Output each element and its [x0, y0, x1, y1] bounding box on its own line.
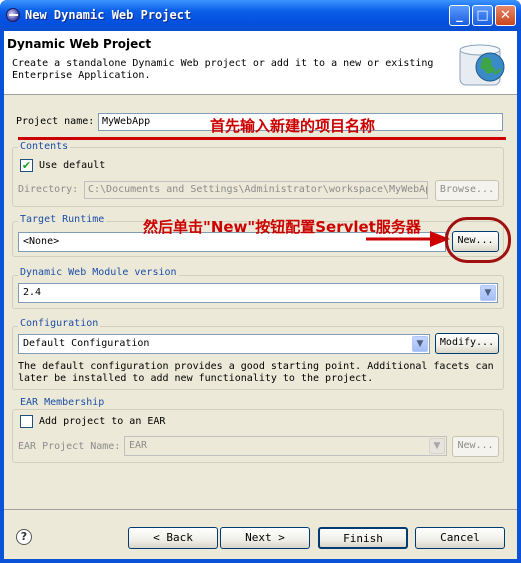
configuration-value: Default Configuration [23, 338, 150, 349]
target-runtime-value: <None> [23, 236, 60, 247]
configuration-title: Configuration [18, 318, 101, 329]
annotation-arrow [366, 231, 450, 247]
use-default-label: Use default [39, 160, 106, 171]
project-name-label: Project name: [16, 116, 95, 127]
target-runtime-title: Target Runtime [18, 214, 107, 225]
ear-project-select[interactable]: EAR ▼ [124, 436, 447, 456]
annotation-circle [445, 217, 511, 263]
directory-input[interactable]: C:\Documents and Settings\Administrator\… [84, 181, 428, 199]
annotation-step1: 首先输入新建的项目名称 [210, 117, 376, 135]
ear-project-value: EAR [129, 440, 148, 451]
directory-label: Directory: [18, 184, 79, 195]
finish-button[interactable]: Finish [318, 527, 408, 549]
minimize-button[interactable]: _ [449, 5, 470, 26]
cancel-button[interactable]: Cancel [415, 527, 505, 549]
module-version-title: Dynamic Web Module version [18, 267, 179, 278]
ear-title: EAR Membership [18, 397, 107, 408]
wizard-header: Dynamic Web Project Create a standalone … [4, 31, 517, 95]
contents-title: Contents [18, 141, 71, 152]
footer-separator [4, 509, 517, 510]
help-icon[interactable]: ? [16, 529, 32, 545]
module-version-value: 2.4 [23, 287, 42, 298]
configuration-description: The default configuration provides a goo… [18, 361, 494, 384]
ear-new-button[interactable]: New... [452, 436, 499, 457]
globe-wizard-icon [459, 44, 505, 86]
ear-project-name-label: EAR Project Name: [18, 441, 121, 452]
annotation-underline [18, 137, 506, 140]
chevron-down-icon[interactable]: ▼ [412, 336, 428, 352]
close-button[interactable]: ✕ [495, 5, 516, 26]
maximize-button[interactable]: □ [472, 5, 493, 26]
next-button[interactable]: Next > [220, 527, 310, 549]
use-default-checkbox[interactable]: ✔ [20, 159, 33, 172]
window-title: New Dynamic Web Project [25, 8, 192, 22]
wizard-window: New Dynamic Web Project _ □ ✕ Dynamic We… [0, 0, 521, 563]
page-description: Create a standalone Dynamic Web project … [12, 58, 434, 81]
chevron-down-icon[interactable]: ▼ [429, 438, 445, 454]
back-button[interactable]: < Back [128, 527, 218, 549]
title-bar[interactable]: New Dynamic Web Project _ □ ✕ [0, 0, 521, 31]
chevron-down-icon[interactable]: ▼ [480, 285, 496, 301]
page-title: Dynamic Web Project [7, 37, 152, 51]
add-to-ear-label: Add project to an EAR [39, 416, 166, 427]
module-version-select[interactable]: 2.4 ▼ [18, 283, 498, 303]
configuration-select[interactable]: Default Configuration ▼ [18, 334, 430, 354]
eclipse-icon [6, 8, 20, 22]
wizard-body: Dynamic Web Project Create a standalone … [4, 31, 517, 559]
add-to-ear-checkbox[interactable] [20, 415, 33, 428]
browse-button[interactable]: Browse... [435, 180, 499, 201]
modify-button[interactable]: Modify... [435, 333, 499, 354]
